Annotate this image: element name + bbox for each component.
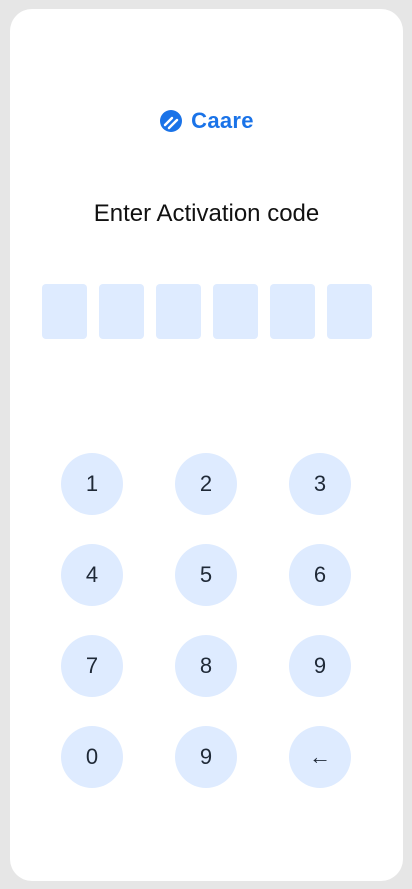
code-digit-box-2[interactable] <box>99 284 144 339</box>
activation-code-input <box>42 284 372 339</box>
key-2[interactable]: 2 <box>175 453 237 515</box>
code-digit-box-1[interactable] <box>42 284 87 339</box>
code-digit-box-3[interactable] <box>156 284 201 339</box>
brand-logo: Caare <box>10 109 403 133</box>
activation-card: Caare Enter Activation code 1 2 3 4 5 6 … <box>10 9 403 881</box>
key-9-bottom[interactable]: 9 <box>175 726 237 788</box>
key-7[interactable]: 7 <box>61 635 123 697</box>
code-digit-box-4[interactable] <box>213 284 258 339</box>
key-4[interactable]: 4 <box>61 544 123 606</box>
key-1[interactable]: 1 <box>61 453 123 515</box>
page-title: Enter Activation code <box>93 200 320 227</box>
caare-logo-icon <box>160 110 183 132</box>
code-digit-box-5[interactable] <box>270 284 315 339</box>
key-5[interactable]: 5 <box>175 544 237 606</box>
backspace-key-arrow-left-icon[interactable]: ← <box>289 726 351 788</box>
key-6[interactable]: 6 <box>289 544 351 606</box>
key-3[interactable]: 3 <box>289 453 351 515</box>
key-9[interactable]: 9 <box>289 635 351 697</box>
numeric-keypad: 1 2 3 4 5 6 7 8 9 0 9 ← <box>61 453 353 788</box>
code-digit-box-6[interactable] <box>327 284 372 339</box>
key-8[interactable]: 8 <box>175 635 237 697</box>
brand-name: Caare <box>191 108 254 133</box>
key-0[interactable]: 0 <box>61 726 123 788</box>
